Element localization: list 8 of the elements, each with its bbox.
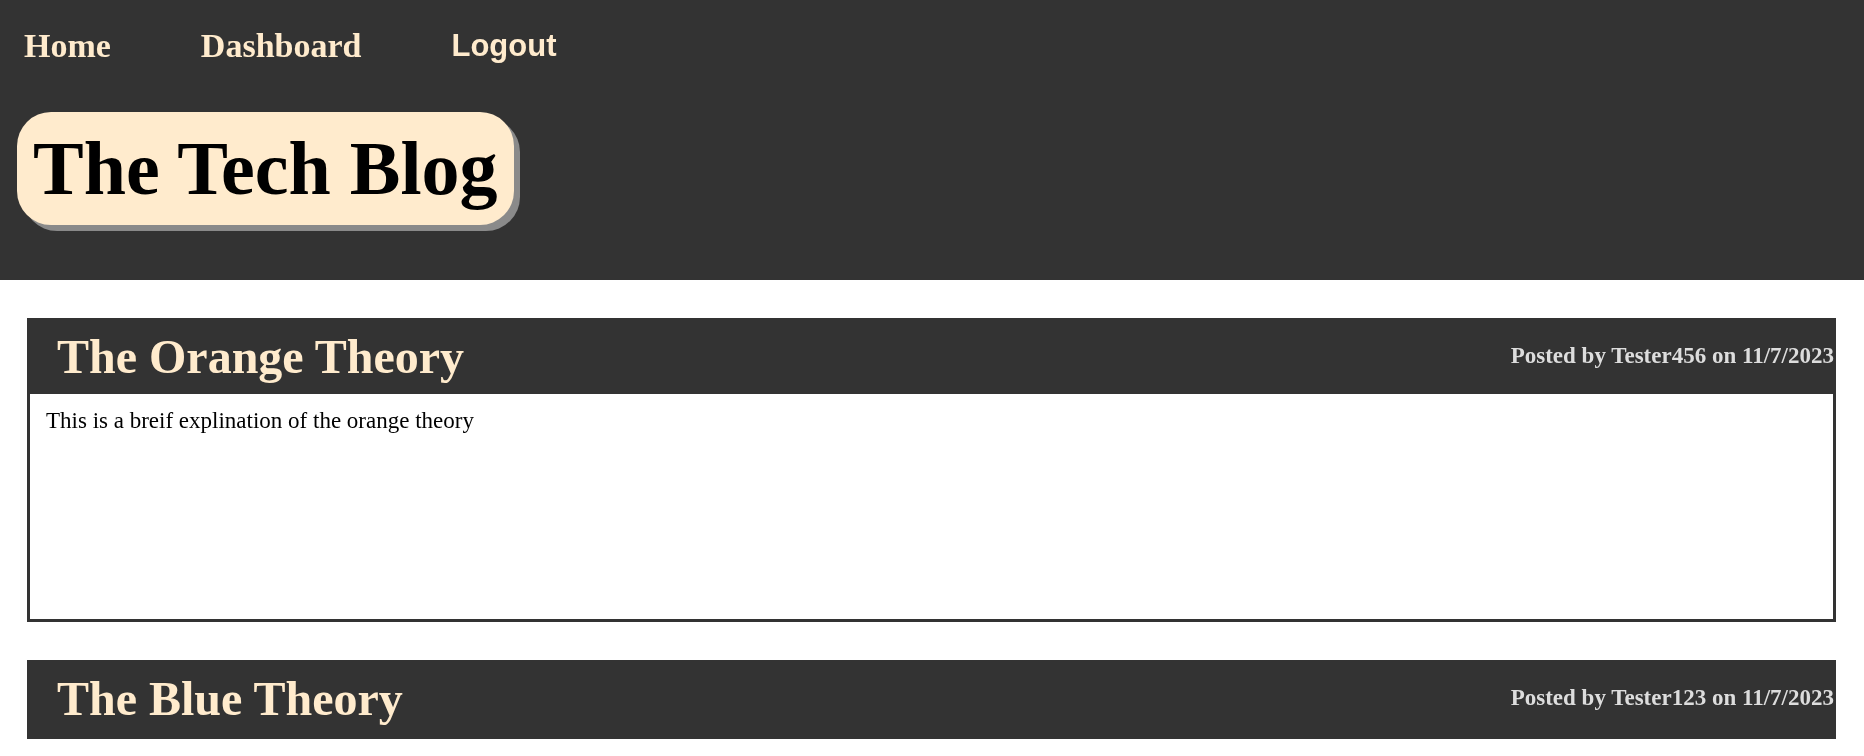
post-meta: Posted by Tester123 on 11/7/2023 <box>1510 685 1835 711</box>
post-meta: Posted by Tester456 on 11/7/2023 <box>1510 343 1835 369</box>
post-title[interactable]: The Orange Theory <box>57 328 465 384</box>
post-body: This is a breif explination of the orange theory <box>46 408 475 434</box>
post-title[interactable]: The Blue Theory <box>57 670 403 726</box>
nav-link[interactable]: Dashboard <box>200 27 362 65</box>
logout-button[interactable]: Logout <box>451 28 557 64</box>
nav-link[interactable]: Home <box>24 27 111 65</box>
